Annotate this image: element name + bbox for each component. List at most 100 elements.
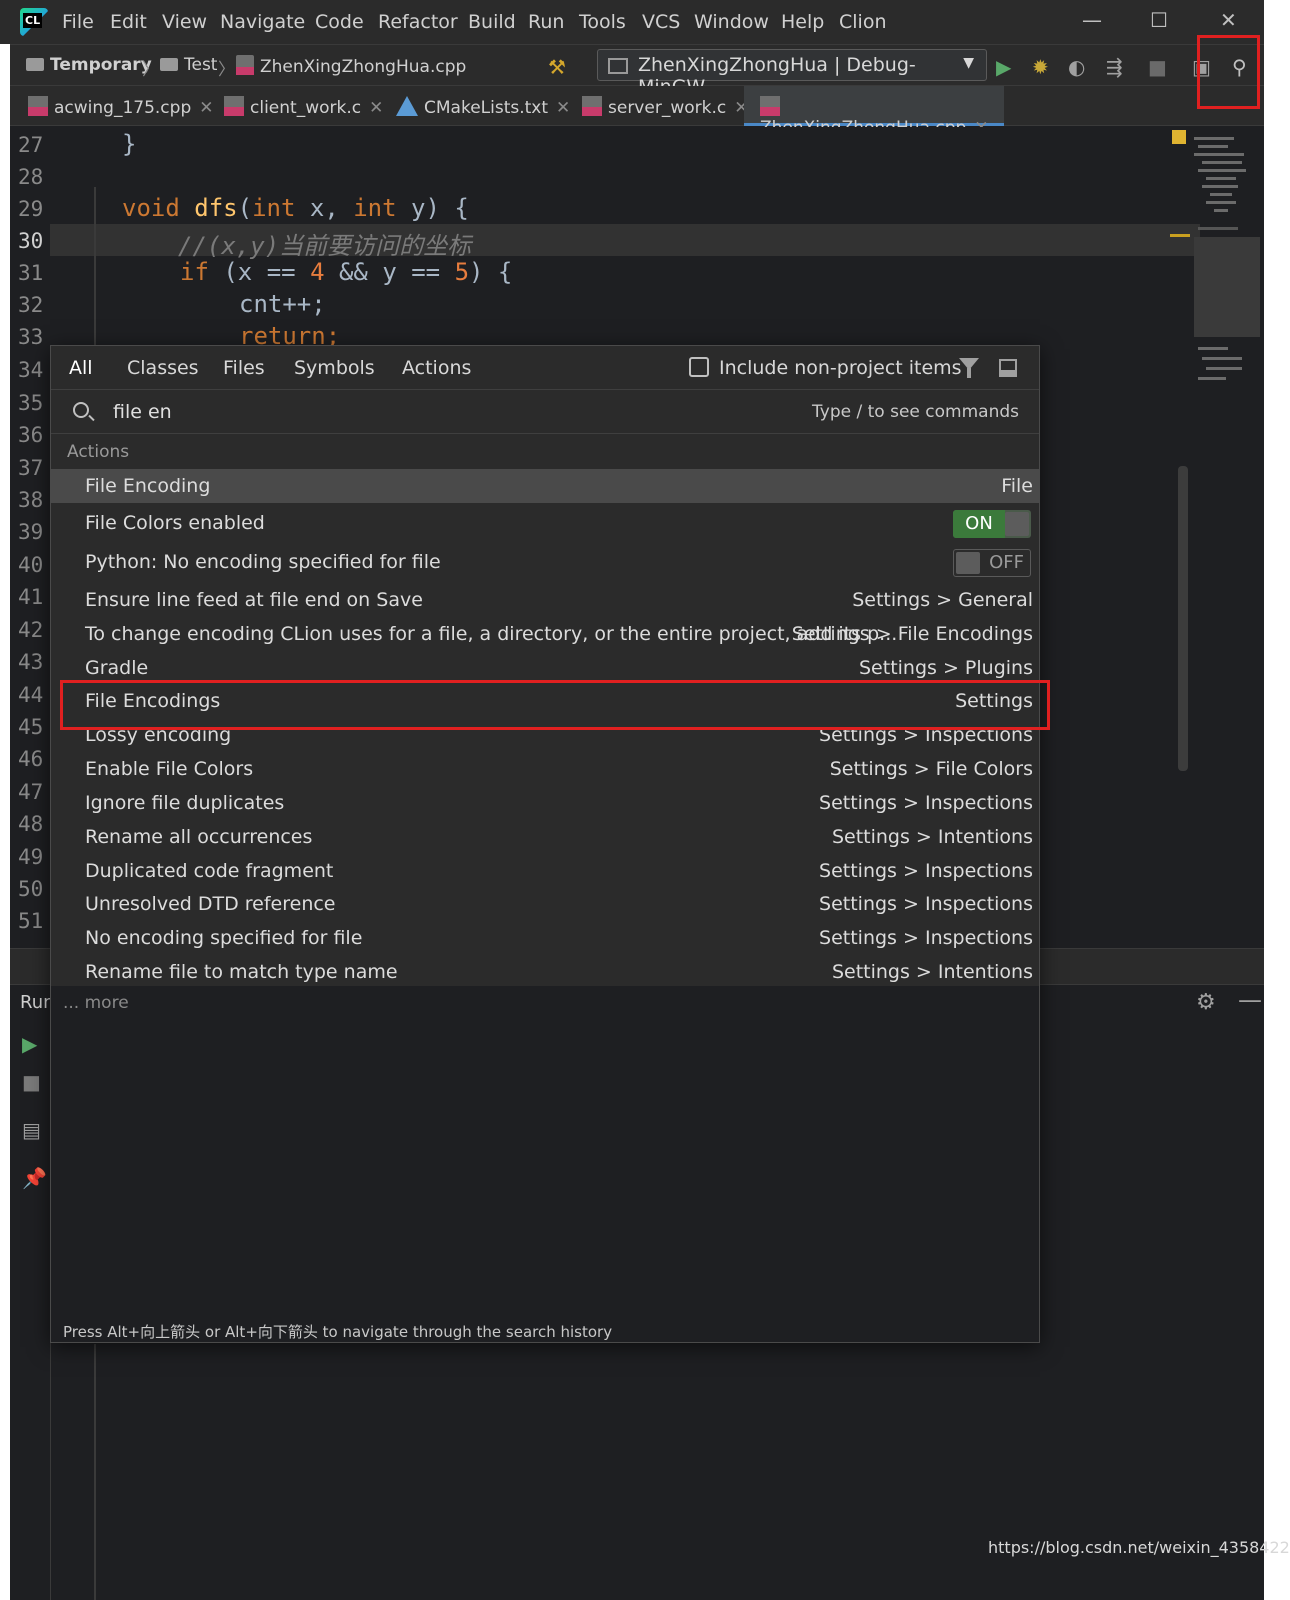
menu-edit[interactable]: Edit xyxy=(110,11,147,33)
result-item[interactable]: Unresolved DTD reference Settings > Inspe… xyxy=(51,887,1039,921)
tab-actions[interactable]: Actions xyxy=(402,357,471,379)
line-number: 38 xyxy=(18,488,44,512)
result-item[interactable]: No encoding specified for file Settings >… xyxy=(51,921,1039,955)
maximize-button[interactable]: ☐ xyxy=(1150,8,1168,32)
line-number: 31 xyxy=(18,261,44,285)
line-number: 48 xyxy=(18,812,44,836)
hide-icon[interactable]: — xyxy=(1238,986,1262,1014)
menu-file[interactable]: File xyxy=(62,11,94,33)
search-bar: file en Type / to see commands xyxy=(51,390,1039,434)
result-item[interactable]: Enable File Colors Settings > File Colors xyxy=(51,752,1039,786)
menu-vcs[interactable]: VCS xyxy=(642,11,680,33)
line-number: 43 xyxy=(18,650,44,674)
folder-icon xyxy=(160,58,178,71)
cmake-icon xyxy=(396,96,418,116)
line-number: 28 xyxy=(18,165,44,189)
annotation-highlight-search-button xyxy=(1197,35,1260,109)
tab-files[interactable]: Files xyxy=(223,357,265,379)
code-line-29: void dfs(int x, int y) { xyxy=(122,194,469,222)
filter-icon[interactable] xyxy=(959,358,979,378)
editor-scrollbar[interactable] xyxy=(1178,466,1188,771)
result-item[interactable]: To change encoding CLion uses for a file… xyxy=(51,617,1039,651)
menu-refactor[interactable]: Refactor xyxy=(378,11,458,33)
toggle-switch[interactable]: ON xyxy=(953,510,1031,538)
line-number: 41 xyxy=(18,585,44,609)
menu-code[interactable]: Code xyxy=(315,11,364,33)
editor-tabs: acwing_175.cpp ✕ client_work.c ✕ CMakeList… xyxy=(10,86,1264,138)
tab-label: acwing_175.cpp xyxy=(54,98,192,118)
warning-marker[interactable] xyxy=(1172,130,1186,144)
result-item[interactable]: Ignore file duplicates Settings > Inspect… xyxy=(51,786,1039,820)
toggle-switch[interactable]: OFF xyxy=(953,549,1031,577)
navigation-bar: Temporary 〉 Test 〉 ZhenXingZhongHua.cpp … xyxy=(10,44,1264,98)
result-item[interactable]: Ensure line feed at file end on Save Sett… xyxy=(51,583,1039,617)
result-item[interactable]: File Colors enabled ON xyxy=(51,506,1039,540)
search-everywhere-popup: All Classes Files Symbols Actions Includ… xyxy=(50,345,1040,1343)
error-stripe-marker[interactable] xyxy=(1170,234,1190,237)
tab-classes[interactable]: Classes xyxy=(127,357,199,379)
minimize-button[interactable]: — xyxy=(1082,8,1102,32)
cpp-file-icon xyxy=(28,96,48,116)
more-results-link[interactable]: ... more xyxy=(63,993,129,1013)
tab-all[interactable]: All xyxy=(69,357,93,379)
run-configuration-select[interactable]: ZhenXingZhongHua | Debug-MinGW ▼ xyxy=(597,49,987,98)
c-file-icon xyxy=(582,96,602,116)
menu-tools[interactable]: Tools xyxy=(579,11,626,33)
line-number: 44 xyxy=(18,683,44,707)
breadcrumb-test[interactable]: Test xyxy=(160,55,217,75)
line-number: 32 xyxy=(18,293,44,317)
breadcrumb-temporary[interactable]: Temporary xyxy=(26,55,152,75)
gear-icon[interactable]: ⚙ xyxy=(1196,990,1216,1015)
line-number: 49 xyxy=(18,845,44,869)
close-window-button[interactable]: ✕ xyxy=(1220,8,1237,32)
results-section-label: Actions xyxy=(67,442,130,462)
layout-icon[interactable]: ▤ xyxy=(22,1118,41,1142)
breadcrumb-separator: 〉 xyxy=(218,60,235,80)
result-item[interactable]: Rename file to match type name Settings >… xyxy=(51,955,1039,989)
include-non-project-checkbox[interactable] xyxy=(689,357,709,377)
run-icon[interactable]: ▶ xyxy=(996,55,1011,79)
search-input[interactable]: file en xyxy=(113,401,172,423)
debug-bug-icon[interactable]: ✹ xyxy=(1032,55,1049,79)
breadcrumb-label: Test xyxy=(184,55,218,75)
menu-view[interactable]: View xyxy=(162,11,207,33)
tab-client-work[interactable]: client_work.c ✕ xyxy=(224,86,383,126)
stop-icon[interactable]: ■ xyxy=(1148,55,1167,79)
tab-zhenxingzhonghua[interactable]: ZhenXingZhongHua.cpp✕ xyxy=(744,86,1004,138)
menu-build[interactable]: Build xyxy=(468,11,516,33)
result-item[interactable]: Duplicated code fragment Settings > Inspe… xyxy=(51,854,1039,888)
build-hammer-icon[interactable]: ⚒ xyxy=(548,55,566,79)
result-item[interactable]: Rename all occurrences Settings > Intenti… xyxy=(51,820,1039,854)
tab-cmakelists[interactable]: CMakeLists.txt ✕ xyxy=(396,86,570,126)
coverage-icon[interactable]: ◐ xyxy=(1068,55,1085,79)
menu-navigate[interactable]: Navigate xyxy=(220,11,305,33)
pin-icon[interactable]: 📌 xyxy=(22,1166,47,1190)
menu-window[interactable]: Window xyxy=(694,11,769,33)
code-line-31: if (x == 4 && y == 5) { xyxy=(180,258,513,286)
line-number: 46 xyxy=(18,747,44,771)
profile-icon[interactable]: ⇶ xyxy=(1106,55,1123,79)
include-non-project-label[interactable]: Include non-project items xyxy=(719,357,962,379)
code-minimap[interactable] xyxy=(1190,127,1260,397)
stop-icon[interactable]: ■ xyxy=(22,1070,41,1094)
search-history-hint: Press Alt+向上箭头 or Alt+向下箭头 to navigate t… xyxy=(63,1323,613,1341)
menu-help[interactable]: Help xyxy=(781,11,824,33)
line-number: 27 xyxy=(18,133,44,157)
breadcrumb-label: ZhenXingZhongHua.cpp xyxy=(260,57,467,77)
breadcrumb-file[interactable]: ZhenXingZhongHua.cpp xyxy=(236,55,466,77)
tab-symbols[interactable]: Symbols xyxy=(294,357,375,379)
close-icon[interactable]: ✕ xyxy=(369,98,383,118)
rerun-icon[interactable]: ▶ xyxy=(22,1032,37,1056)
close-icon[interactable]: ✕ xyxy=(556,98,570,118)
menu-bar: CL File Edit View Navigate Code Refactor… xyxy=(0,0,1264,44)
tab-acwing-175[interactable]: acwing_175.cpp ✕ xyxy=(28,86,214,126)
open-in-find-window-icon[interactable] xyxy=(999,359,1017,377)
close-icon[interactable]: ✕ xyxy=(199,98,213,118)
tab-label: client_work.c xyxy=(250,98,362,118)
menu-clion[interactable]: Clion xyxy=(839,11,887,33)
result-item[interactable]: Python: No encoding specified for file O… xyxy=(51,545,1039,579)
annotation-highlight-file-encodings xyxy=(60,680,1050,730)
tab-server-work[interactable]: server_work.c ✕ xyxy=(582,86,748,126)
menu-run[interactable]: Run xyxy=(528,11,564,33)
result-item[interactable]: File Encoding File xyxy=(51,469,1039,503)
